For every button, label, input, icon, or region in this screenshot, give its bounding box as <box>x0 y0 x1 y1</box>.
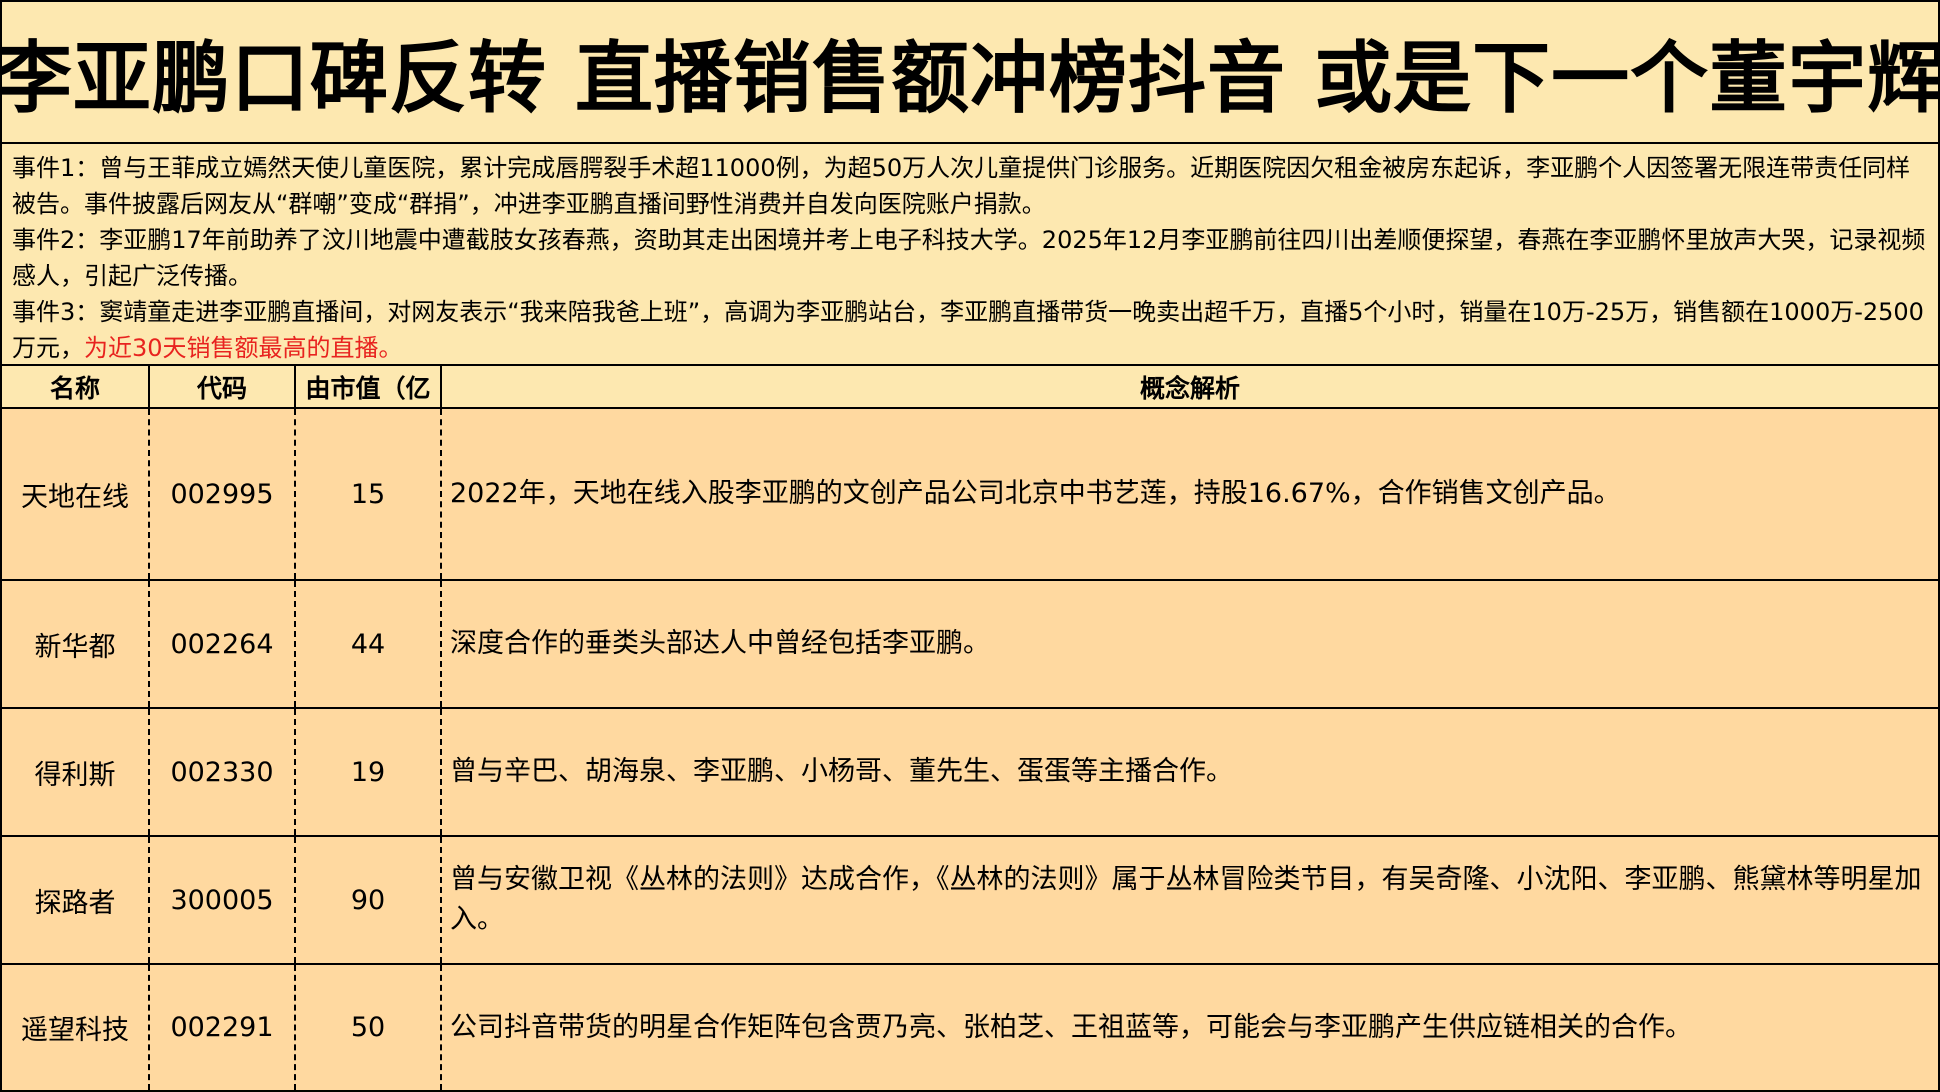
cell-name: 新华都 <box>2 580 150 709</box>
header-concept: 概念解析 <box>441 366 1938 409</box>
cell-market-cap: 44 <box>295 580 442 709</box>
cell-name: 探路者 <box>2 836 150 965</box>
table-row: 得利斯 002330 19 曾与辛巴、胡海泉、李亚鹏、小杨哥、董先生、蛋蛋等主播… <box>2 708 1938 837</box>
title-bar: 李亚鹏口碑反转 直播销售额冲榜抖音 或是下一个董宇辉 <box>0 2 1940 144</box>
cell-concept: 曾与安徽卫视《丛林的法则》达成合作，《丛林的法则》属于丛林冒险类节目，有吴奇隆、… <box>441 836 1938 965</box>
header-code: 代码 <box>149 366 296 409</box>
cell-code: 300005 <box>149 836 296 965</box>
page-title: 李亚鹏口碑反转 直播销售额冲榜抖音 或是下一个董宇辉 <box>0 34 1940 124</box>
cell-market-cap: 19 <box>295 708 442 837</box>
cell-name: 得利斯 <box>2 708 150 837</box>
cell-market-cap: 15 <box>295 408 442 581</box>
cell-code: 002330 <box>149 708 296 837</box>
cell-code: 002291 <box>149 964 296 1090</box>
cell-code: 002995 <box>149 408 296 581</box>
table-row: 遥望科技 002291 50 公司抖音带货的明星合作矩阵包含贾乃亮、张柏芝、王祖… <box>2 964 1938 1090</box>
cell-market-cap: 50 <box>295 964 442 1090</box>
event-2: 事件2：李亚鹏17年前助养了汶川地震中遭截肢女孩春燕，资助其走出困境并考上电子科… <box>12 226 1926 290</box>
cell-concept: 深度合作的垂类头部达人中曾经包括李亚鹏。 <box>441 580 1938 709</box>
cell-concept: 2022年，天地在线入股李亚鹏的文创产品公司北京中书艺莲，持股16.67%，合作… <box>441 408 1938 581</box>
table-row: 新华都 002264 44 深度合作的垂类头部达人中曾经包括李亚鹏。 <box>2 580 1938 709</box>
cell-concept: 公司抖音带货的明星合作矩阵包含贾乃亮、张柏芝、王祖蓝等，可能会与李亚鹏产生供应链… <box>450 1011 1692 1043</box>
header-market-cap: 由市值（亿 <box>295 366 442 409</box>
cell-concept: 曾与辛巴、胡海泉、李亚鹏、小杨哥、董先生、蛋蛋等主播合作。 <box>441 708 1938 837</box>
table-row: 天地在线 002995 15 2022年，天地在线入股李亚鹏的文创产品公司北京中… <box>2 408 1938 581</box>
header-name: 名称 <box>2 366 150 409</box>
infographic-frame: 李亚鹏口碑反转 直播销售额冲榜抖音 或是下一个董宇辉 事件1：曾与王菲成立嫣然天… <box>0 0 1940 1092</box>
event-3: 事件3：窦靖童走进李亚鹏直播间，对网友表示“我来陪我爸上班”，高调为李亚鹏站台，… <box>12 294 1928 366</box>
cell-market-cap: 90 <box>295 836 442 965</box>
table-row: 探路者 300005 90 曾与安徽卫视《丛林的法则》达成合作，《丛林的法则》属… <box>2 836 1938 965</box>
events-section: 事件1：曾与王菲成立嫣然天使儿童医院，累计完成唇腭裂手术超11000例，为超50… <box>2 144 1938 366</box>
cell-code: 002264 <box>149 580 296 709</box>
event-1: 事件1：曾与王菲成立嫣然天使儿童医院，累计完成唇腭裂手术超11000例，为超50… <box>12 154 1911 218</box>
cell-name: 天地在线 <box>2 408 150 581</box>
stock-table: 名称 代码 由市值（亿 概念解析 天地在线 002995 15 2022年，天地… <box>2 366 1938 1090</box>
event-3-highlight: 为近30天销售额最高的直播。 <box>84 334 403 362</box>
table-header-row: 名称 代码 由市值（亿 概念解析 <box>2 366 1938 409</box>
cell-name: 遥望科技 <box>2 964 150 1090</box>
